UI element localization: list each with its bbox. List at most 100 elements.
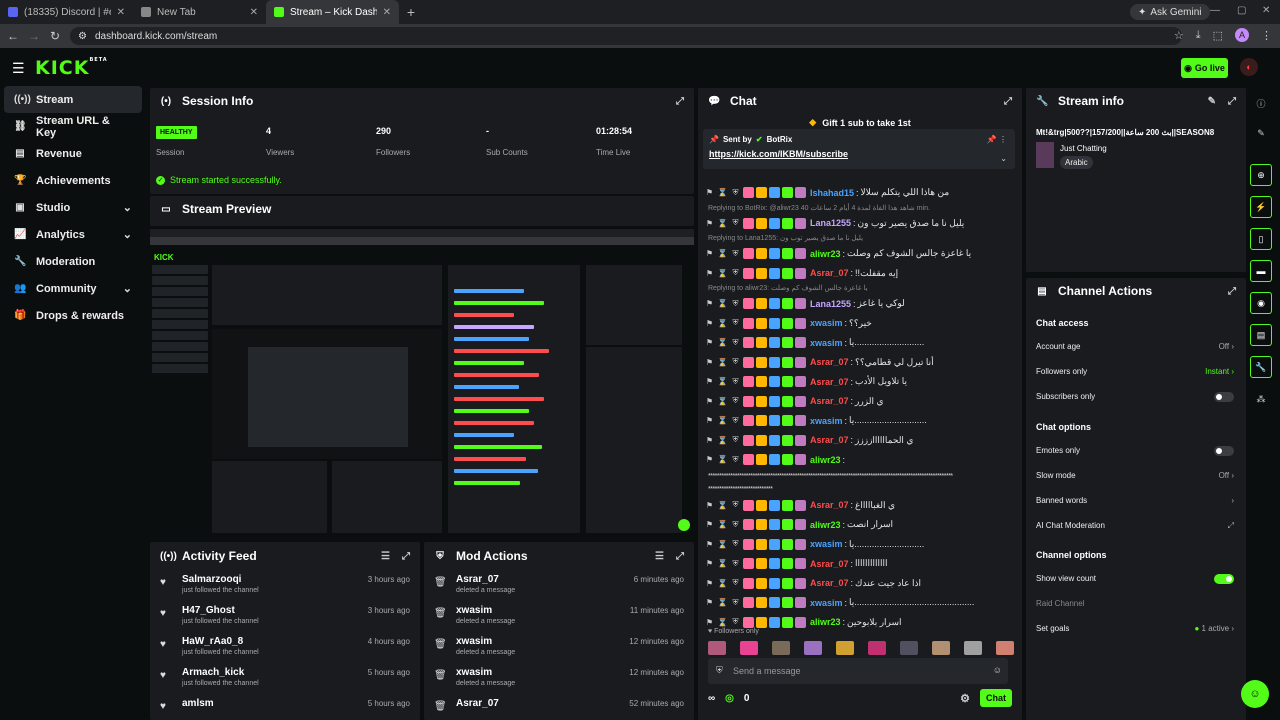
mod-tool-icon[interactable]: ⌛ bbox=[717, 618, 728, 627]
filter-icon[interactable]: ☰ bbox=[381, 551, 390, 562]
popout-icon[interactable]: ⤢ bbox=[402, 551, 410, 562]
chat-username[interactable]: xwasim bbox=[810, 539, 843, 549]
mod-tool-icon[interactable]: ⛨ bbox=[730, 455, 741, 465]
mod-tool-icon[interactable]: ⌛ bbox=[717, 598, 728, 607]
mod-tool-icon[interactable]: ⚑ bbox=[704, 397, 715, 406]
new-tab-button[interactable]: + bbox=[399, 4, 423, 20]
mod-tool-icon[interactable]: ⚑ bbox=[704, 299, 715, 308]
mod-tool-icon[interactable]: ⛨ bbox=[730, 188, 741, 198]
close-tab-icon[interactable]: ✕ bbox=[383, 7, 391, 18]
account-age-setting[interactable]: Account age Off › bbox=[1036, 342, 1234, 356]
support-chat-button[interactable]: ☺ bbox=[1241, 680, 1269, 708]
popout-icon[interactable]: ⤢ bbox=[1228, 96, 1236, 107]
site-info-icon[interactable]: ⚙ bbox=[78, 31, 87, 42]
mod-tool-icon[interactable]: ⌛ bbox=[717, 377, 728, 386]
chat-message[interactable]: ⚑ ⌛ ⛨ Asrar_07: ي الغباااااغ bbox=[704, 497, 895, 514]
chat-username[interactable]: aliwr23 bbox=[810, 249, 841, 259]
maximize-icon[interactable]: ▢ bbox=[1237, 5, 1246, 16]
chat-message[interactable]: ⚑ ⌛ ⛨ Asrar_07: يا تلاويل الأدب bbox=[704, 373, 907, 390]
mod-tool-icon[interactable]: ⛨ bbox=[730, 299, 741, 309]
menu-kebab-icon[interactable]: ⋮ bbox=[1261, 29, 1272, 42]
mod-tool-icon[interactable]: ⚑ bbox=[704, 559, 715, 568]
widget-wrench-icon[interactable]: 🔧 bbox=[1250, 356, 1272, 378]
chat-message[interactable]: ⚑ ⌛ ⛨ aliwr23: اسرار انصت bbox=[704, 516, 893, 533]
browser-tab[interactable]: New Tab ✕ bbox=[133, 0, 266, 24]
chat-username[interactable]: Asrar_07 bbox=[810, 559, 849, 569]
sidebar-item-analytics[interactable]: 📈 Analytics ⌄ bbox=[4, 221, 142, 248]
mod-tool-icon[interactable]: ⌛ bbox=[717, 579, 728, 588]
emote-item[interactable] bbox=[996, 641, 1014, 655]
chat-username[interactable]: Asrar_07 bbox=[810, 578, 849, 588]
mod-tool-icon[interactable]: ⌛ bbox=[717, 249, 728, 258]
mod-tool-icon[interactable]: ⚑ bbox=[704, 377, 715, 386]
chat-username[interactable]: Asrar_07 bbox=[810, 357, 849, 367]
slow-mode-setting[interactable]: Slow mode Off › bbox=[1036, 471, 1234, 485]
mod-tool-icon[interactable]: ⚑ bbox=[704, 358, 715, 367]
chat-message[interactable]: ⚑ ⌛ ⛨ aliwr23: يا غاعزة جالس الشوف كم وصلت bbox=[704, 245, 971, 262]
widget-apps-icon[interactable]: ⁂ bbox=[1250, 388, 1272, 410]
mod-tool-icon[interactable]: ⚑ bbox=[704, 219, 715, 228]
chat-username[interactable]: xwasim bbox=[810, 338, 843, 348]
chat-message[interactable]: ⚑ ⌛ ⛨ Asrar_07: أنا تيرل لي قطامي؟؟ bbox=[704, 354, 934, 371]
ask-gemini-button[interactable]: ✦ Ask Gemini bbox=[1130, 4, 1210, 20]
widget-session-icon[interactable]: ⊕ bbox=[1250, 164, 1272, 186]
mod-tool-icon[interactable]: ⛨ bbox=[730, 539, 741, 549]
sidebar-item-community[interactable]: 👥 Community ⌄ bbox=[4, 275, 142, 302]
chat-message[interactable]: ⚑ ⌛ ⛨ Asrar_07: !!إيه مقفلت bbox=[704, 265, 898, 282]
mod-tool-icon[interactable]: ⛨ bbox=[730, 598, 741, 608]
browser-tab-active[interactable]: Stream – Kick Dashboard✕ bbox=[266, 0, 399, 24]
chat-username[interactable]: Ishahad15 bbox=[810, 188, 854, 198]
chat-message[interactable]: ⚑ ⌛ ⛨ Asrar_07: ي الحماااااازززز bbox=[704, 432, 913, 449]
mod-tool-icon[interactable]: ⌛ bbox=[717, 338, 728, 347]
chat-username[interactable]: Asrar_07 bbox=[810, 377, 849, 387]
sidebar-item-studio[interactable]: ▣ Studio ⌄ bbox=[4, 194, 142, 221]
mod-tool-icon[interactable]: ⌛ bbox=[717, 397, 728, 406]
mod-tool-icon[interactable]: ⚑ bbox=[704, 501, 715, 510]
user-avatar[interactable]: ◐ bbox=[1240, 58, 1258, 76]
emote-item[interactable] bbox=[932, 641, 950, 655]
mod-tool-icon[interactable]: ⛨ bbox=[730, 520, 741, 530]
mod-tool-icon[interactable]: ⚑ bbox=[704, 269, 715, 278]
emotes-only-toggle[interactable] bbox=[1214, 446, 1234, 456]
emote-item[interactable] bbox=[772, 641, 790, 655]
set-goals-setting[interactable]: Set goals ● 1 active › bbox=[1036, 624, 1234, 638]
emote-item[interactable] bbox=[964, 641, 982, 655]
mod-tool-icon[interactable]: ⚑ bbox=[704, 520, 715, 529]
widget-lightning-icon[interactable]: ⚡ bbox=[1250, 196, 1272, 218]
chat-message[interactable]: ⚑ ⌛ ⛨ Asrar_07: ااااااااااااا bbox=[704, 555, 888, 572]
stream-preview-video[interactable]: KICK bbox=[150, 229, 694, 535]
mod-tool-icon[interactable]: ⛨ bbox=[730, 435, 741, 445]
chat-username[interactable]: aliwr23 bbox=[810, 455, 841, 465]
mod-tool-icon[interactable]: ⌛ bbox=[717, 299, 728, 308]
chat-username[interactable]: aliwr23 bbox=[810, 617, 841, 627]
mod-tool-icon[interactable]: ⛨ bbox=[730, 500, 741, 510]
mod-tool-icon[interactable]: ⌛ bbox=[717, 188, 728, 197]
mod-tool-icon[interactable]: ⌛ bbox=[717, 219, 728, 228]
chat-username[interactable]: xwasim bbox=[810, 598, 843, 608]
sidebar-item-achievements[interactable]: 🏆 Achievements bbox=[4, 167, 142, 194]
mod-tool-icon[interactable]: ⚑ bbox=[704, 338, 715, 347]
sidebar-item-drops-rewards[interactable]: 🎁 Drops & rewards bbox=[4, 302, 142, 329]
popout-icon[interactable]: ⤢ bbox=[1228, 286, 1236, 297]
mod-tool-icon[interactable]: ⌛ bbox=[717, 416, 728, 425]
chat-send-button[interactable]: Chat bbox=[980, 689, 1012, 707]
close-tab-icon[interactable]: ✕ bbox=[117, 7, 125, 18]
back-icon[interactable]: ← bbox=[2, 29, 24, 43]
mod-tool-icon[interactable]: ⛨ bbox=[730, 268, 741, 278]
mod-tool-icon[interactable]: ⌛ bbox=[717, 559, 728, 568]
mod-tool-icon[interactable]: ⚑ bbox=[704, 436, 715, 445]
emote-item[interactable] bbox=[708, 641, 726, 655]
mod-tool-icon[interactable]: ⌛ bbox=[717, 455, 728, 464]
minimize-icon[interactable]: — bbox=[1210, 5, 1220, 16]
chevron-down-icon[interactable]: ⌄ bbox=[1000, 154, 1007, 163]
mod-tool-icon[interactable]: ⛨ bbox=[730, 218, 741, 228]
banned-words-setting[interactable]: Banned words › bbox=[1036, 496, 1234, 510]
emoji-icon[interactable]: ☺ bbox=[993, 665, 1002, 675]
profile-avatar[interactable]: A bbox=[1235, 28, 1249, 42]
mod-tool-icon[interactable]: ⚑ bbox=[704, 249, 715, 258]
browser-tab[interactable]: (18335) Discord | #emotes | iKB✕ bbox=[0, 0, 133, 24]
popout-icon[interactable]: ⤢ bbox=[676, 551, 684, 562]
mod-tool-icon[interactable]: ⛨ bbox=[730, 318, 741, 328]
mod-tool-icon[interactable]: ⛨ bbox=[730, 416, 741, 426]
sidebar-item-moderation[interactable]: 🔧 Moderation bbox=[4, 248, 142, 275]
